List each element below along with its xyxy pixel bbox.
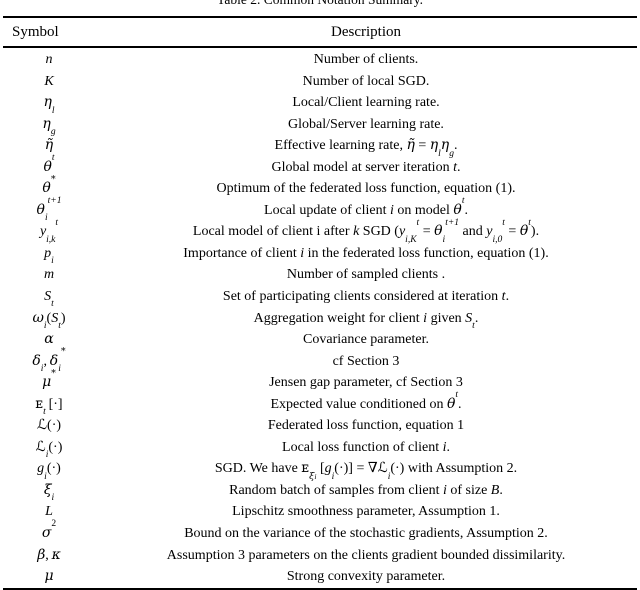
symbol-cell: β, κ [37,546,61,563]
symbol-cell: ℒ(·) [36,417,62,434]
description-cell: Global/Server learning rate. [288,116,444,132]
symbol-cell: δi, δi* [32,346,66,375]
symbol-cell: ℒi(·) [35,438,63,461]
table-row: ηl Local/Client learning rate. [3,92,637,116]
table-row: L Lipschitz smoothness parameter, Assumpt… [3,501,637,523]
table-row: gi(·) SGD. We have ᴇξi [gi(·)] = ∇ℒi(·) w… [3,458,637,482]
description-cell: Optimum of the federated loss function, … [216,181,516,197]
description-cell: Expected value conditioned on θt. [270,390,462,412]
table-row: St Set of participating clients considere… [3,286,637,310]
table-caption-clip: Table 2. Common Notation Summary. [0,0,640,14]
table-row: ᴇt [·] Expected value conditioned on θt. [3,390,637,418]
description-cell: Federated loss function, equation 1 [267,418,465,434]
symbol-cell: θit+1 [36,196,62,224]
table-row: η̃ Effective learning rate, η̃ = ηlηg. [3,135,637,159]
table-header: Symbol Description [3,18,637,46]
description-cell: Effective learning rate, η̃ = ηlηg. [274,137,458,159]
symbol-cell: m [43,267,55,283]
description-cell: Covariance parameter. [303,332,429,348]
symbol-cell: σ2 [41,519,57,542]
symbol-cell: θt [43,153,55,175]
symbol-cell: μ [44,568,54,585]
table-row: δi, δi* cf Section 3 [3,346,637,375]
symbol-cell: ωi(St) [32,309,66,332]
symbol-cell: ᴇt [·] [35,395,63,418]
description-cell: Local/Client learning rate. [292,95,440,111]
symbol-cell: ηg [42,115,56,138]
table-row: ωi(St) Aggregation weight for client i gi… [3,308,637,332]
symbol-cell: L [45,504,53,520]
description-cell: Bound on the variance of the stochastic … [184,526,548,542]
symbol-cell: n [45,52,53,67]
table-row: yi,kt Local model of client i after k SGD… [3,217,637,245]
table-row: K Number of local SGD. [3,71,637,93]
symbol-cell: ηl [43,94,55,116]
description-cell: Set of participating clients considered … [222,289,510,305]
description-cell: Number of sampled clients . [286,267,446,283]
table-row: m Number of sampled clients . [3,264,637,286]
description-cell: SGD. We have ᴇξi [gi(·)] = ∇ℒi(·) with A… [214,460,518,482]
table-body: n Number of clients. K Number of local SGD.… [3,49,637,588]
description-cell: Random batch of samples from client i of… [229,482,503,498]
table-row: μ Strong convexity parameter. [3,566,637,588]
symbol-cell: gi(·) [37,461,61,482]
description-cell: Jensen gap parameter, cf Section 3 [269,375,463,391]
table-row: n Number of clients. [3,49,637,71]
header-row: Symbol Description [3,18,637,46]
column-header-symbol: Symbol [12,24,59,40]
symbol-cell: μ* [42,367,56,391]
table-row: σ2 Bound on the variance of the stochasti… [3,519,637,545]
description-cell: Global model at server iteration t. [271,159,461,175]
symbol-cell: St [44,289,54,310]
description-cell: Importance of client i in the federated … [183,245,549,261]
table-row: pi Importance of client i in the federate… [3,243,637,267]
table-page: Table 2. Common Notation Summary. Symbol… [0,0,640,590]
table-row: α Covariance parameter. [3,329,637,351]
description-cell: Number of clients. [313,52,419,67]
table-row: ℒ(·) Federated loss function, equation 1 [3,415,637,437]
symbol-cell: η̃ [44,137,54,154]
description-cell: Local update of client i on model θt. [264,196,468,218]
description-cell: Assumption 3 parameters on the clients g… [166,547,566,563]
table-caption: Table 2. Common Notation Summary. [0,0,640,8]
symbol-cell: α [44,331,54,348]
description-cell: Local loss function of client i. [282,439,450,455]
description-cell: Strong convexity parameter. [286,569,446,585]
notation-table-wrapper: Symbol Description n Number of clients. K N… [3,16,637,590]
column-header-description: Description [331,24,401,40]
table-row: θit+1 Local update of client i on model θ… [3,196,637,224]
description-cell: Lipschitz smoothness parameter, Assumpti… [232,504,500,520]
notation-table-body: n Number of clients. K Number of local SGD.… [3,49,637,588]
table-row: μ* Jensen gap parameter, cf Section 3 [3,367,637,394]
description-cell: Local model of client i after k SGD (yi,… [192,217,540,245]
symbol-cell: ξi [43,481,55,504]
table-row: ξi Random batch of samples from client i … [3,480,637,504]
table-row: θt Global model at server iteration t. [3,153,637,179]
notation-table: Symbol Description [3,18,637,46]
description-cell: Number of local SGD. [302,73,430,89]
symbol-cell: yi,kt [39,217,59,245]
table-row: ηg Global/Server learning rate. [3,114,637,138]
table-row: ℒi(·) Local loss function of client i. [3,437,637,461]
description-cell: Aggregation weight for client i given St… [253,310,479,332]
symbol-cell: K [44,73,54,89]
symbol-cell: pi [44,245,54,267]
description-cell: cf Section 3 [332,353,400,369]
table-row: θ* Optimum of the federated loss function… [3,174,637,200]
table-row: β, κ Assumption 3 parameters on the clien… [3,545,637,567]
